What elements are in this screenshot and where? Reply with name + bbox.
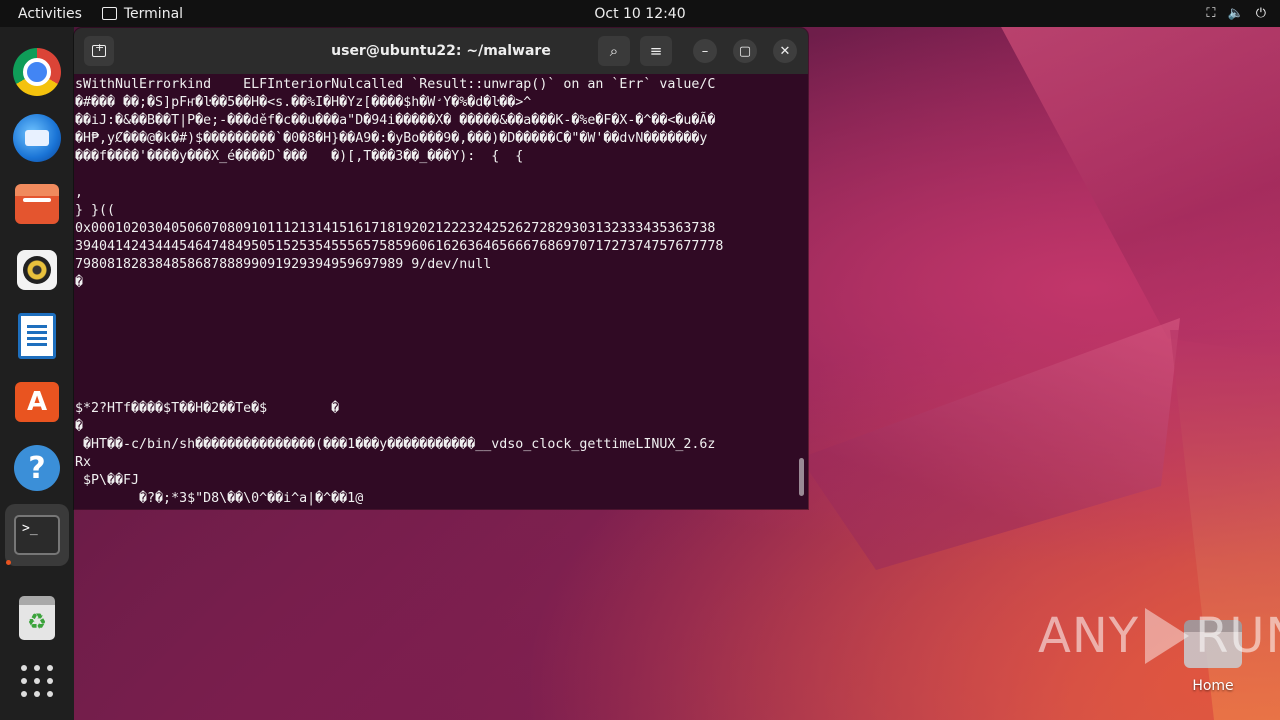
watermark-right: RUN — [1195, 608, 1280, 664]
thunderbird-icon — [13, 114, 61, 162]
hamburger-icon: ≡ — [649, 42, 663, 60]
terminal-line: $P\��FJ — [75, 473, 140, 488]
trash-icon: ♻ — [19, 596, 55, 640]
files-icon — [15, 184, 59, 224]
maximize-icon: ▢ — [738, 43, 752, 59]
app-menu[interactable]: Terminal — [101, 5, 184, 22]
terminal-line: sWithNulErrorkind ELFInteriorNulcalled `… — [75, 77, 716, 92]
minimize-icon: – — [701, 43, 709, 59]
terminal-line: �H₱,yȻ���@�k�#)$���������`�0�8�H}��A9�:�… — [75, 131, 708, 146]
terminal-output[interactable]: sWithNulErrorkind ELFInteriorNulcalled `… — [74, 74, 808, 509]
system-tray[interactable]: ⛶ 🔈 ⏻ — [1206, 0, 1266, 27]
terminal-window[interactable]: user@ubuntu22: ~/malware ⌕ ≡ – ▢ ✕ sWith… — [74, 28, 808, 509]
close-icon: ✕ — [779, 43, 791, 59]
power-icon[interactable]: ⏻ — [1256, 6, 1266, 21]
clock[interactable]: Oct 10 12:40 — [594, 6, 685, 22]
terminal-app-icon: >_ — [14, 515, 60, 555]
terminal-line: � — [75, 275, 84, 290]
search-button[interactable]: ⌕ — [598, 36, 630, 66]
volume-icon[interactable]: 🔈 — [1228, 6, 1244, 21]
minimize-button[interactable]: – — [693, 39, 717, 63]
rhythmbox-icon — [17, 250, 57, 290]
clock-container: Oct 10 12:40 — [0, 6, 1280, 22]
top-bar: Activities Terminal Oct 10 12:40 ⛶ 🔈 ⏻ — [0, 0, 1280, 27]
dock-trash[interactable]: ♻ — [13, 594, 61, 642]
wallpaper-shard — [800, 318, 1180, 570]
maximize-button[interactable]: ▢ — [733, 39, 757, 63]
terminal-line: , — [75, 185, 84, 200]
terminal-line: 7980818283848586878889909192939495969798… — [75, 257, 492, 272]
play-icon — [1145, 608, 1190, 664]
terminal-line: $*2?HTf����$T��H�2��Te�$ � — [75, 401, 340, 416]
activities-button[interactable]: Activities — [18, 6, 82, 22]
terminal-line: �#��� ��;�S]pFҥ̂�ŀ��5��H�<s.��%I�H�Yz[��… — [75, 95, 532, 110]
search-icon: ⌕ — [609, 42, 619, 60]
dock-terminal[interactable]: >_ — [5, 504, 69, 566]
window-header[interactable]: user@ubuntu22: ~/malware ⌕ ≡ – ▢ ✕ — [74, 28, 808, 74]
dock-files[interactable] — [13, 180, 61, 228]
menu-button[interactable]: ≡ — [640, 36, 672, 66]
terminal-line: Rx — [75, 455, 92, 470]
dock-chrome[interactable] — [13, 48, 61, 96]
apps-grid-icon — [21, 665, 53, 697]
new-tab-button[interactable] — [84, 36, 114, 66]
terminal-icon — [101, 7, 117, 20]
new-tab-icon — [92, 41, 106, 57]
show-applications-button[interactable] — [13, 657, 61, 705]
terminal-line: � — [75, 419, 84, 434]
dock-thunderbird[interactable] — [13, 114, 61, 162]
home-folder-label[interactable]: Home — [1172, 678, 1254, 694]
terminal-line: 0x00010203040506070809101112131415161718… — [75, 221, 716, 236]
wallpaper-shard — [1000, 25, 1280, 355]
terminal-line: ���f����'����y���X_é����D`��� �)[,T���3�… — [75, 149, 524, 164]
terminal-line: } }(( — [75, 203, 116, 218]
dock-rhythmbox[interactable] — [13, 246, 61, 294]
scrollbar[interactable] — [799, 458, 804, 496]
app-menu-label: Terminal — [123, 5, 184, 22]
terminal-line: ��iJ:�&��B��T|P�e;-���děf�c��u���a"D�94i… — [75, 113, 716, 128]
watermark-left: ANY — [1038, 608, 1140, 664]
chrome-icon — [13, 48, 61, 96]
help-icon: ? — [14, 445, 60, 491]
writer-icon — [18, 313, 56, 359]
dock: A ? >_ ♻ — [0, 27, 74, 720]
terminal-line: 3940414243444546474849505152535455565758… — [75, 239, 724, 254]
window-title: user@ubuntu22: ~/malware — [331, 43, 551, 59]
terminal-line: �HT��-c/bin/sh���������������(���1���y��… — [75, 437, 716, 452]
app-center-icon: A — [15, 382, 59, 422]
anyrun-watermark: ANY RUN — [1038, 608, 1280, 664]
close-button[interactable]: ✕ — [773, 39, 797, 63]
dock-help[interactable]: ? — [13, 444, 61, 492]
terminal-line: �?�;*3$"D8\��\0^��i^a|�^��1@ — [75, 491, 364, 506]
dock-app-center[interactable]: A — [13, 378, 61, 426]
dock-writer[interactable] — [13, 312, 61, 360]
network-icon[interactable]: ⛶ — [1206, 6, 1215, 21]
running-indicator — [6, 560, 11, 565]
